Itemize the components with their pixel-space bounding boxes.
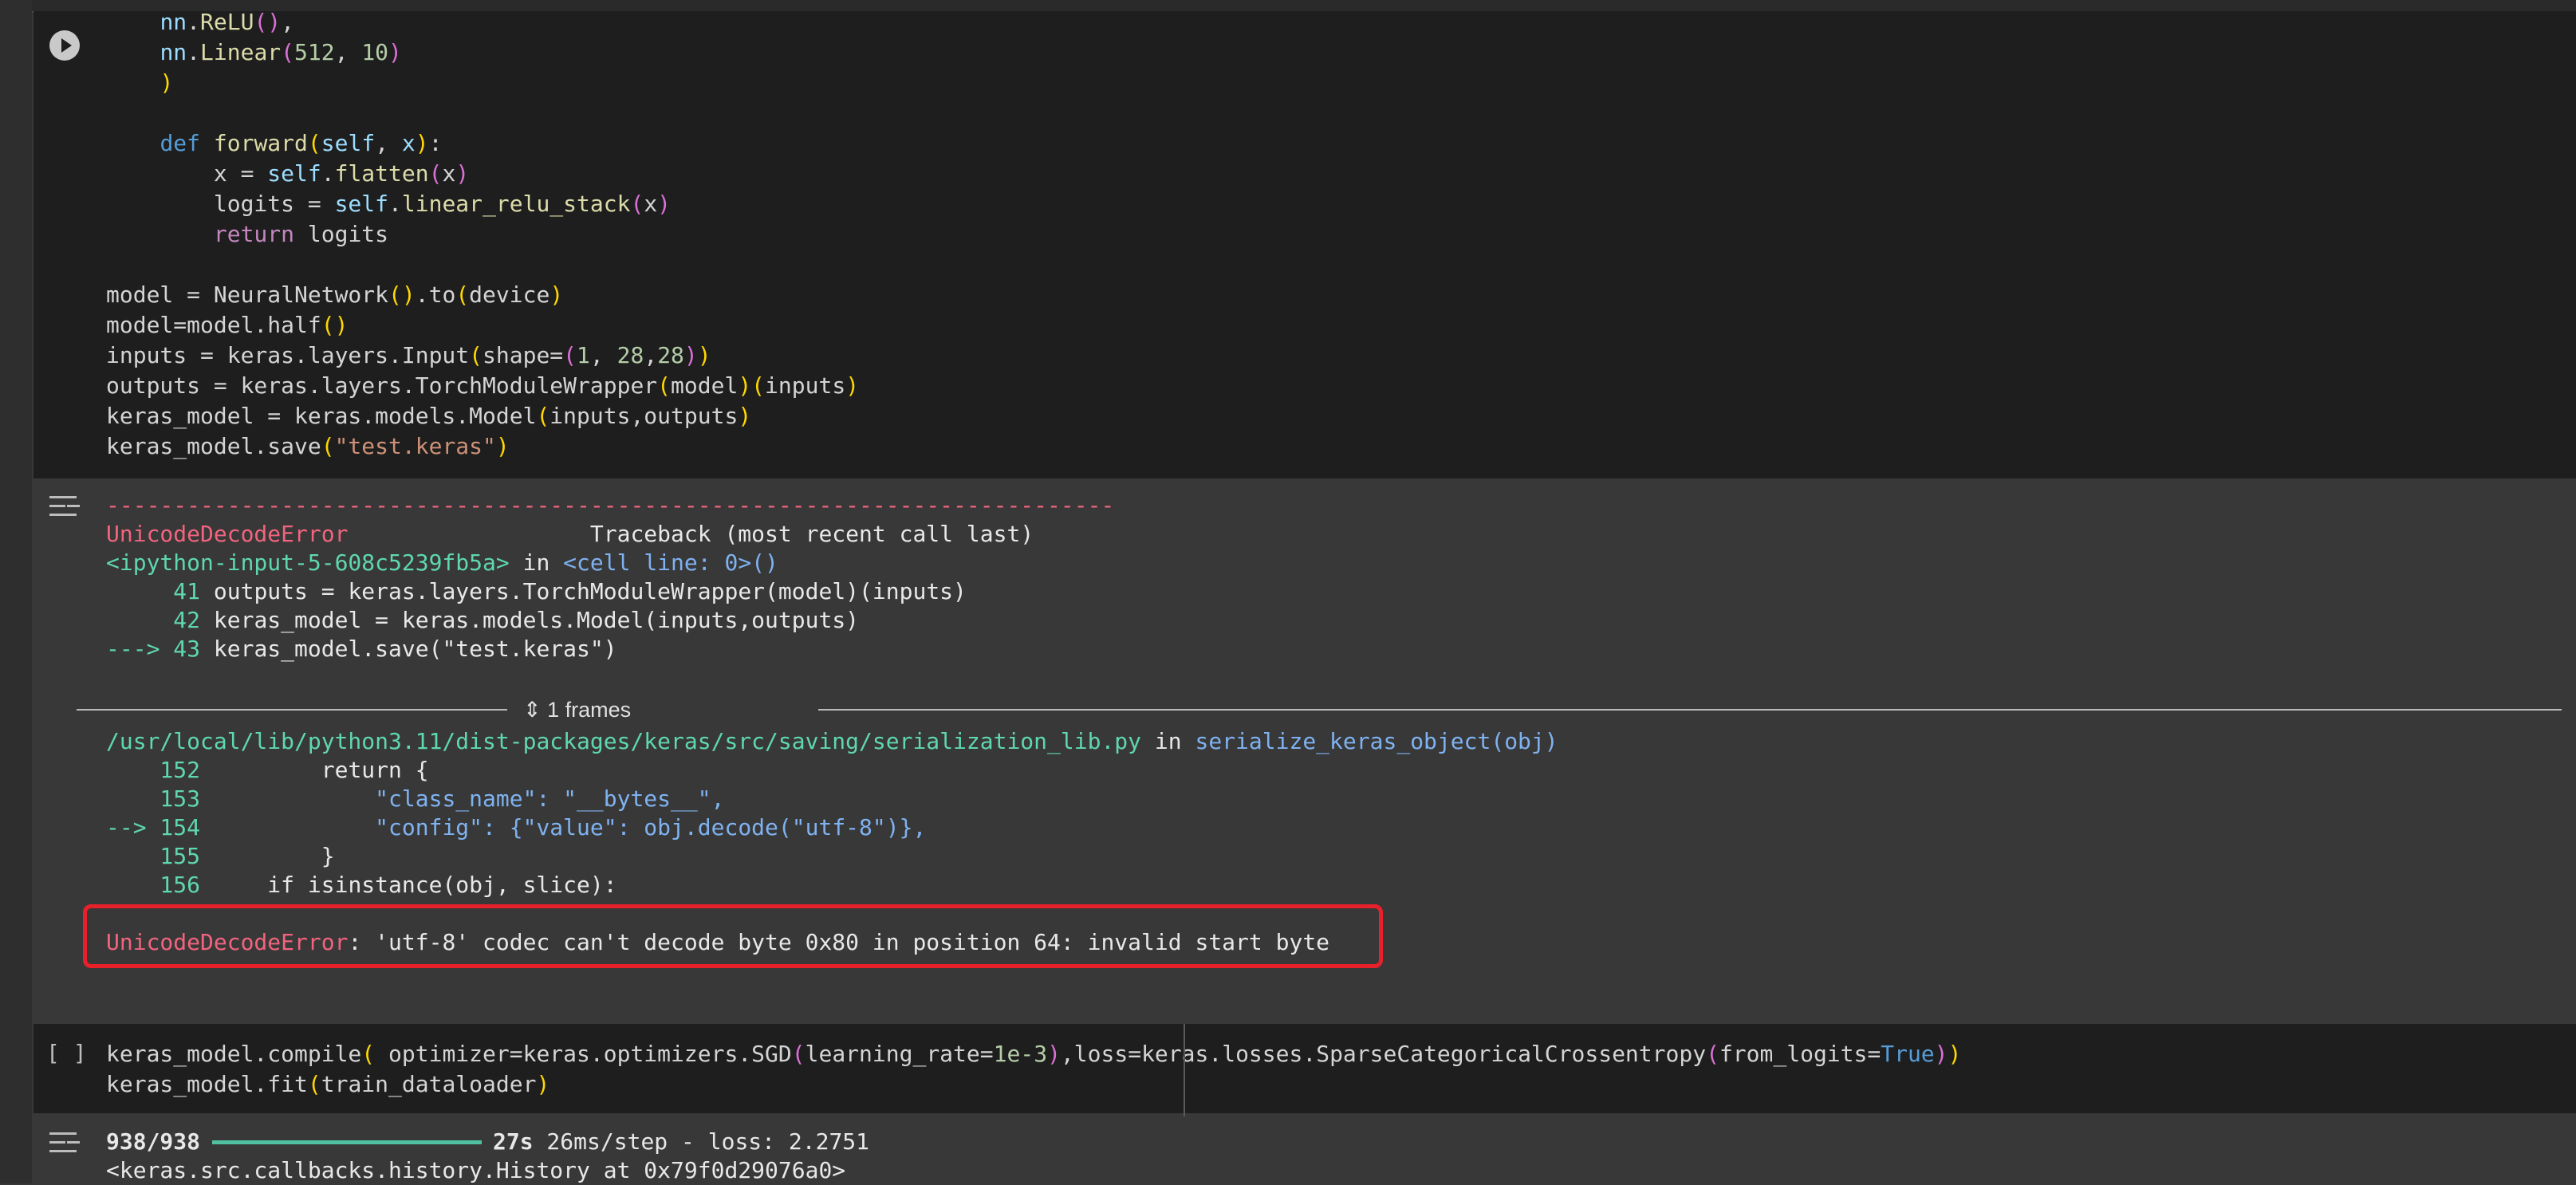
file-path-link[interactable]: /usr/local/lib/python3.11/dist-packages/… xyxy=(106,728,1141,754)
traceback-location: <ipython-input-5-608c5239fb5a> in <cell … xyxy=(106,549,778,576)
code-line: ) xyxy=(160,69,174,96)
training-progress-bar xyxy=(212,1140,482,1144)
traceback-line: 41 outputs = keras.layers.TorchModuleWra… xyxy=(106,578,967,604)
traceback-file-line: /usr/local/lib/python3.11/dist-packages/… xyxy=(106,728,1558,754)
input-ref-link[interactable]: <ipython-input-5-608c5239fb5a> xyxy=(106,549,510,576)
training-status: 27s 26ms/step - loss: 2.2751 xyxy=(493,1128,869,1156)
traceback-header: UnicodeDecodeError Traceback (most recen… xyxy=(106,520,1034,549)
error-name: UnicodeDecodeError xyxy=(106,521,349,547)
code-line: outputs = keras.layers.TorchModuleWrappe… xyxy=(106,372,860,399)
text-cursor xyxy=(1184,1024,1185,1116)
code-cell-2[interactable] xyxy=(33,1024,2576,1113)
code-line: keras_model = keras.models.Model(inputs,… xyxy=(106,403,752,429)
code-line: keras_model.save("test.keras") xyxy=(106,433,510,459)
source-line: 156 if isinstance(obj, slice): xyxy=(106,872,617,898)
collapsed-frames-toggle[interactable]: ⇕ 1 frames xyxy=(77,695,2562,724)
cell-execution-bracket[interactable]: [ ] xyxy=(46,1040,87,1066)
output-toggle-icon[interactable] xyxy=(49,1129,83,1156)
code-line: keras_model.compile( optimizer=keras.opt… xyxy=(106,1041,1962,1067)
code-line: model = NeuralNetwork().to(device) xyxy=(106,281,564,308)
function-ref-link[interactable]: serialize_keras_object(obj) xyxy=(1195,728,1558,754)
frames-divider-right xyxy=(818,709,2562,711)
source-line: 152 return { xyxy=(106,757,429,783)
step-count: 938/938 xyxy=(106,1128,201,1155)
progress-fill xyxy=(212,1140,482,1144)
epoch-time: 27s xyxy=(493,1128,534,1155)
source-line: 153 "class_name": "__bytes__", xyxy=(106,785,725,812)
expand-frames-icon: ⇕ xyxy=(523,698,548,722)
cell-ref-link[interactable]: <cell line: 0>() xyxy=(563,549,778,576)
code-line: return logits xyxy=(213,221,389,247)
source-line-current: --> 154 "config": {"value": obj.decode("… xyxy=(106,814,927,841)
cell-gutter xyxy=(0,0,32,1183)
output-toggle-icon[interactable] xyxy=(49,493,83,520)
step-loss: 26ms/step - loss: 2.2751 xyxy=(533,1128,870,1155)
code-line: keras_model.fit(train_dataloader) xyxy=(106,1071,550,1097)
code-line: nn.ReLU(), xyxy=(160,9,295,35)
frames-label[interactable]: ⇕ 1 frames xyxy=(523,695,631,724)
traceback-dashes: ----------------------------------------… xyxy=(106,492,1115,518)
error-highlight-box xyxy=(83,904,1383,968)
traceback-line: 42 keras_model = keras.models.Model(inpu… xyxy=(106,607,860,633)
code-line: inputs = keras.layers.Input(shape=(1, 28… xyxy=(106,342,711,368)
history-output: <keras.src.callbacks.history.History at … xyxy=(106,1157,846,1183)
run-cell-button[interactable] xyxy=(49,30,80,61)
code-line: def forward(self, x): xyxy=(160,130,443,156)
code-line: logits = self.linear_relu_stack(x) xyxy=(106,191,672,217)
frames-divider-left xyxy=(77,709,507,711)
code-line: model=model.half() xyxy=(106,312,349,338)
source-line: 155 } xyxy=(106,843,335,869)
traceback-title: Traceback (most recent call last) xyxy=(589,521,1034,547)
code-line: nn.Linear(512, 10) xyxy=(160,39,402,65)
code-line: x = self.flatten(x) xyxy=(106,160,470,187)
traceback-line-current: ---> 43 keras_model.save("test.keras") xyxy=(106,636,617,662)
